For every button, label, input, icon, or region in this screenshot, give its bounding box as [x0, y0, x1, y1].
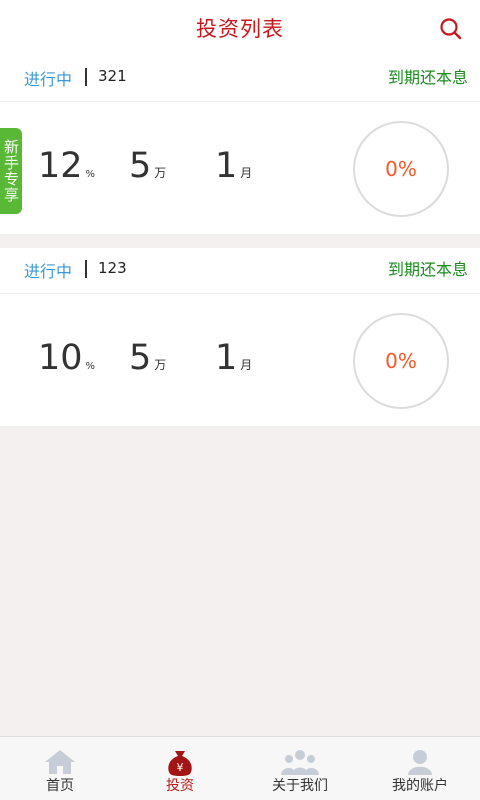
progress-ring: 0%	[353, 313, 449, 409]
page-title: 投资列表	[196, 17, 284, 41]
app-header: 投资列表	[0, 0, 480, 56]
term-unit: 月	[240, 358, 253, 372]
term: 1 月	[215, 340, 252, 376]
term-value: 1	[215, 338, 238, 378]
progress-value: 0%	[385, 349, 417, 373]
money-bag-icon: ¥	[168, 751, 192, 776]
product-id: 123	[98, 259, 127, 277]
tab-label: 我的账户	[392, 778, 448, 794]
card-header: 进行中 321 到期还本息	[0, 56, 480, 102]
search-button[interactable]	[438, 16, 464, 42]
term-unit: 月	[240, 166, 253, 180]
tab-home[interactable]: 首页	[0, 737, 120, 800]
term: 1 月	[215, 148, 252, 184]
status-label: 进行中	[24, 70, 73, 89]
separator	[85, 260, 87, 278]
home-icon	[45, 750, 75, 774]
tab-label: 首页	[46, 778, 74, 794]
amount: 5 万	[129, 340, 166, 376]
amount-value: 5	[129, 146, 152, 186]
rate-unit: %	[85, 169, 96, 180]
rate-value: 10	[38, 338, 83, 378]
newbie-badge-label: 新手专享	[2, 139, 20, 203]
tab-label: 关于我们	[272, 778, 328, 794]
user-icon	[408, 750, 432, 775]
status-label: 进行中	[24, 262, 73, 281]
amount-value: 5	[129, 338, 152, 378]
progress-value: 0%	[385, 157, 417, 181]
repayment-method: 到期还本息	[387, 68, 468, 87]
product-card-1[interactable]: 进行中 321 到期还本息 新手专享 12 % 5 万 1 月 0%	[0, 56, 480, 234]
bottom-tab-bar: 首页 ¥ 投资 关于我们 我的账户	[0, 736, 480, 800]
newbie-badge: 新手专享	[0, 128, 22, 214]
card-header: 进行中 123 到期还本息	[0, 248, 480, 294]
separator	[85, 68, 87, 86]
tab-label: 投资	[166, 778, 194, 794]
amount: 5 万	[129, 148, 166, 184]
svg-text:¥: ¥	[177, 761, 184, 774]
progress-ring: 0%	[353, 121, 449, 217]
repayment-method: 到期还本息	[387, 260, 468, 279]
rate-unit: %	[85, 361, 96, 372]
product-id: 321	[98, 67, 127, 85]
annual-rate: 10 %	[38, 340, 95, 376]
search-icon	[440, 18, 462, 40]
tab-about[interactable]: 关于我们	[240, 737, 360, 800]
annual-rate: 12 %	[38, 148, 95, 184]
tab-account[interactable]: 我的账户	[360, 737, 480, 800]
amount-unit: 万	[154, 358, 167, 372]
term-value: 1	[215, 146, 238, 186]
rate-value: 12	[38, 146, 83, 186]
product-card-2[interactable]: 进行中 123 到期还本息 10 % 5 万 1 月 0%	[0, 248, 480, 426]
tab-invest[interactable]: ¥ 投资	[120, 737, 240, 800]
amount-unit: 万	[154, 166, 167, 180]
people-icon	[281, 750, 319, 775]
